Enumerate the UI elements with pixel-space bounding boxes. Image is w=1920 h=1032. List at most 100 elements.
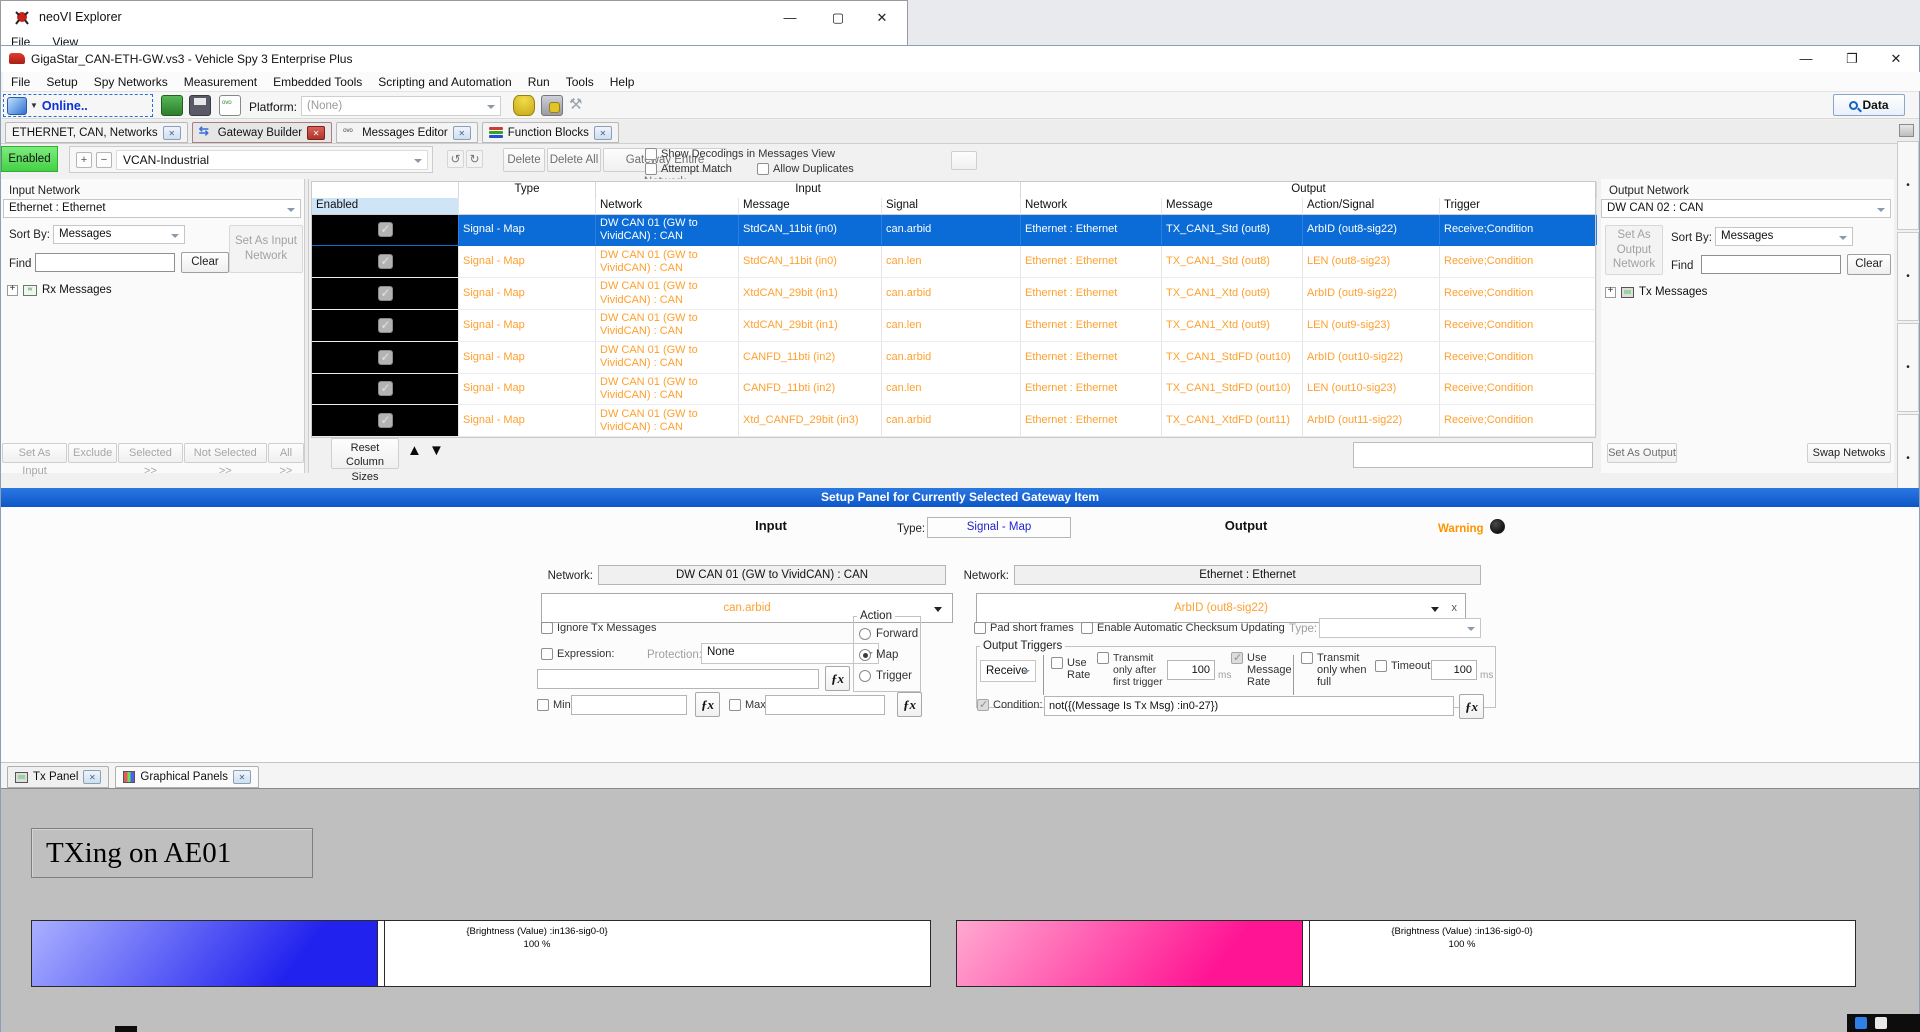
checkbox-checked-icon[interactable] — [378, 381, 393, 396]
brightness-bar[interactable]: {Brightness (Value) :in136-sig0-0} 100 % — [956, 920, 1856, 987]
show-decodings-checkbox[interactable]: Show Decodings in Messages View — [645, 148, 835, 160]
close-icon[interactable]: ✕ — [163, 126, 181, 140]
input-sort-by-select[interactable]: Messages — [53, 225, 185, 244]
set-as-output-network-button[interactable]: Set As Output Network — [1605, 225, 1663, 275]
pane-splitter[interactable] — [304, 179, 309, 473]
neovi-minimize-button[interactable]: — — [773, 6, 807, 30]
timeout-checkbox[interactable]: Timeout: — [1375, 660, 1433, 672]
menu-setup[interactable]: Setup — [38, 75, 85, 89]
menu-spy-networks[interactable]: Spy Networks — [86, 75, 176, 89]
tab-tx-panel[interactable]: Tx Panel ✕ — [7, 766, 109, 788]
input-network-select[interactable]: Ethernet : Ethernet — [3, 199, 301, 218]
tab-ethernet-can-networks[interactable]: ETHERNET, CAN, Networks ✕ — [5, 122, 188, 143]
neovi-maximize-button[interactable]: ▢ — [821, 6, 855, 30]
close-icon[interactable]: ✕ — [83, 770, 101, 784]
rate-field[interactable]: 100 — [1167, 660, 1215, 680]
fx-button[interactable]: ƒx — [825, 666, 850, 691]
output-sort-by-select[interactable]: Messages — [1715, 227, 1853, 246]
output-find-field[interactable] — [1701, 255, 1841, 274]
rx-messages-tree-item[interactable]: ᵛᵛ Rx Messages — [7, 284, 112, 296]
move-down-icon[interactable]: ▼ — [429, 442, 444, 459]
table-row[interactable]: Signal - MapDW CAN 01 (GW to VividCAN) :… — [312, 342, 1595, 374]
close-icon[interactable]: ✕ — [307, 126, 325, 140]
add-gateway-button[interactable]: + — [76, 152, 92, 168]
delete-all-button[interactable]: Delete All — [547, 148, 601, 172]
database-export-icon[interactable] — [541, 95, 563, 116]
checkbox-checked-icon[interactable] — [378, 350, 393, 365]
set-as-input-network-button[interactable]: Set As Input Network — [229, 225, 303, 273]
input-find-field[interactable] — [35, 253, 175, 272]
swap-networks-button[interactable]: Swap Netwoks — [1807, 443, 1891, 463]
table-row[interactable]: Signal - MapDW CAN 01 (GW to VividCAN) :… — [312, 405, 1595, 437]
tab-gateway-builder[interactable]: Gateway Builder ✕ — [192, 122, 332, 143]
set-as-output-button[interactable]: Set As Output — [1607, 443, 1677, 463]
table-row[interactable]: Signal - MapDW CAN 01 (GW to VividCAN) :… — [312, 374, 1595, 406]
transmit-full-checkbox[interactable]: Transmit only when full — [1301, 652, 1379, 688]
splitter-handle[interactable]: • — [1897, 232, 1919, 321]
splitter-handle[interactable]: • — [1897, 323, 1919, 412]
fx-button[interactable]: ƒx — [1459, 694, 1484, 719]
menu-scripting-and-automation[interactable]: Scripting and Automation — [370, 75, 519, 89]
checkbox-checked-icon[interactable] — [378, 222, 393, 237]
online-mode-control[interactable]: ▼ Online.. — [3, 94, 153, 117]
min-checkbox[interactable]: Min: — [537, 699, 574, 711]
close-icon[interactable]: ✕ — [453, 126, 471, 140]
trigger-mode-select[interactable]: Receive — [980, 660, 1036, 682]
undo-button[interactable]: ↺ — [447, 150, 464, 168]
measurement-icon[interactable] — [219, 95, 241, 116]
hardware-icon[interactable] — [161, 95, 183, 116]
action-radio-map[interactable]: Map — [859, 649, 918, 661]
attempt-match-checkbox[interactable]: Attempt Match — [645, 163, 732, 175]
wrench-icon[interactable] — [569, 95, 591, 116]
input-clear-button[interactable]: Clear — [181, 252, 229, 273]
menu-measurement[interactable]: Measurement — [176, 75, 265, 89]
splitter-handle[interactable]: • — [1897, 141, 1919, 230]
vs3-close-button[interactable]: ✕ — [1879, 47, 1913, 71]
expand-icon[interactable] — [7, 285, 18, 296]
condition-checkbox[interactable]: Condition: — [977, 699, 1043, 711]
output-network-select[interactable]: DW CAN 02 : CAN — [1601, 199, 1891, 218]
redo-button[interactable]: ↻ — [466, 150, 483, 168]
blank-button[interactable] — [951, 151, 977, 170]
use-message-rate-checkbox[interactable]: Use Message Rate — [1231, 652, 1301, 688]
chevron-down-icon[interactable]: ▼ — [30, 101, 38, 110]
not-selected-button[interactable]: Not Selected >> — [184, 443, 267, 463]
type-value-box[interactable]: Signal - Map — [927, 517, 1071, 538]
taskbar-icon[interactable] — [1855, 1017, 1867, 1029]
allow-duplicates-checkbox[interactable]: Allow Duplicates — [757, 163, 854, 175]
fx-button[interactable]: ƒx — [897, 692, 922, 717]
close-icon[interactable]: ✕ — [233, 770, 251, 784]
remove-gateway-button[interactable]: − — [96, 152, 112, 168]
tx-messages-tree-item[interactable]: Tx Messages — [1605, 286, 1707, 298]
menu-run[interactable]: Run — [520, 75, 558, 89]
use-rate-checkbox[interactable]: Use Rate — [1051, 657, 1095, 681]
action-radio-trigger[interactable]: Trigger — [859, 670, 918, 682]
condition-field[interactable]: not({(Message Is Tx Msg) :in0-27}) — [1044, 696, 1454, 716]
neovi-close-button[interactable]: ✕ — [865, 6, 899, 30]
checkbox-checked-icon[interactable] — [378, 254, 393, 269]
output-clear-button[interactable]: Clear — [1847, 254, 1891, 275]
move-up-icon[interactable]: ▲ — [407, 442, 422, 459]
meter-divider[interactable] — [378, 920, 385, 987]
menu-help[interactable]: Help — [602, 75, 643, 89]
max-field[interactable] — [765, 695, 885, 715]
meter-divider[interactable] — [1303, 920, 1310, 987]
table-row[interactable]: Signal - MapDW CAN 01 (GW to VividCAN) :… — [312, 310, 1595, 342]
checksum-type-select[interactable] — [1319, 618, 1481, 638]
all-button[interactable]: All >> — [268, 443, 304, 463]
exclude-button[interactable]: Exclude — [68, 443, 117, 463]
menu-tools[interactable]: Tools — [558, 75, 602, 89]
pad-short-frames-checkbox[interactable]: Pad short frames — [974, 622, 1074, 634]
fx-button[interactable]: ƒx — [695, 692, 720, 717]
vs3-minimize-button[interactable]: — — [1789, 47, 1823, 71]
timeout-field[interactable]: 100 — [1431, 660, 1477, 680]
gateway-select[interactable]: VCAN-Industrial — [116, 150, 428, 170]
close-icon[interactable]: ✕ — [594, 126, 612, 140]
brightness-bar[interactable]: {Brightness (Value) :in136-sig0-0} 100 % — [31, 920, 931, 987]
tab-messages-editor[interactable]: Messages Editor ✕ — [336, 122, 478, 143]
expression-field[interactable] — [537, 669, 819, 689]
taskbar-icon[interactable] — [1875, 1017, 1887, 1029]
tab-graphical-panels[interactable]: Graphical Panels ✕ — [115, 766, 259, 788]
checkbox-checked-icon[interactable] — [378, 286, 393, 301]
expand-icon[interactable] — [1605, 287, 1616, 298]
